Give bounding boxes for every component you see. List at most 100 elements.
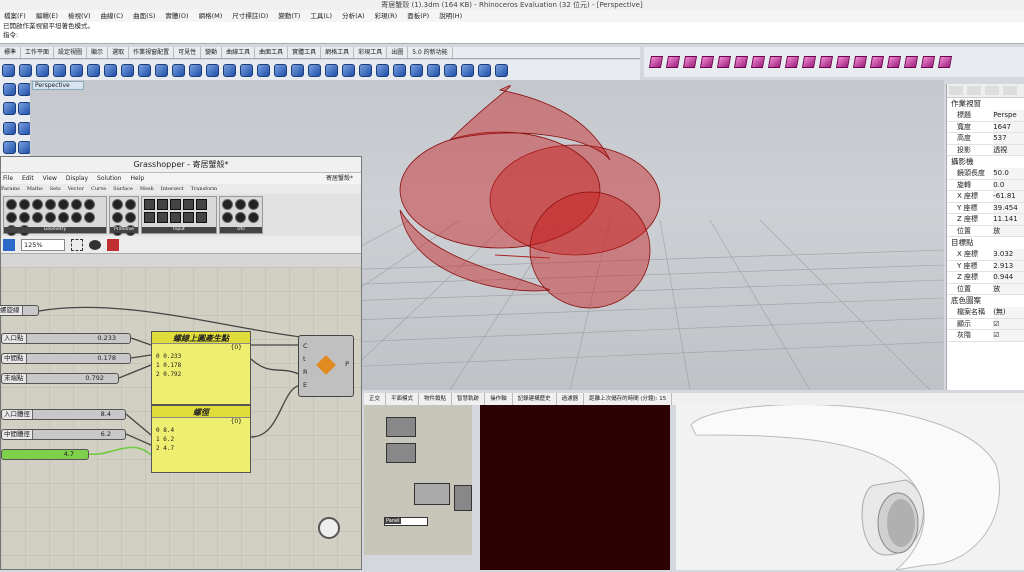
- gh-component-icon[interactable]: [32, 199, 43, 210]
- toolbar-tab[interactable]: 可見性: [174, 47, 202, 58]
- toolbar-tab[interactable]: 實體工具: [288, 47, 322, 58]
- solid-tool-icon[interactable]: [750, 56, 766, 68]
- property-value[interactable]: 透視: [993, 144, 1024, 156]
- property-value[interactable]: ☑: [993, 318, 1024, 330]
- solid-tool-icon[interactable]: [937, 56, 953, 68]
- gh-tab[interactable]: Sets: [50, 184, 61, 194]
- menu-item[interactable]: 工具(L): [310, 10, 332, 22]
- toolbar-tool-icon[interactable]: [308, 63, 321, 77]
- toolbar-tool-icon[interactable]: [240, 63, 253, 77]
- menu-item[interactable]: 曲線(C): [101, 10, 124, 22]
- gh-component-icon[interactable]: [58, 212, 69, 223]
- property-value[interactable]: (無): [993, 307, 1024, 319]
- gh-component-icon[interactable]: [112, 212, 123, 223]
- solid-tool-icon[interactable]: [784, 56, 800, 68]
- gh-component-icon[interactable]: [170, 212, 181, 223]
- menu-item[interactable]: 曲面(S): [133, 10, 155, 22]
- toolbar-tool-icon[interactable]: [376, 63, 389, 77]
- gh-menu-item[interactable]: File: [3, 173, 13, 184]
- toolbar-tool-icon[interactable]: [172, 63, 185, 77]
- toolbar-tool-icon[interactable]: [461, 63, 474, 77]
- grasshopper-canvas[interactable]: 螺旋線 入口點 0.233 中間點 0.178 末端點 0.792 入口體徑 8.4 中…: [0, 267, 361, 569]
- solid-tool-icon[interactable]: [733, 56, 749, 68]
- gh-component-icon[interactable]: [19, 212, 30, 223]
- gh-component-icon[interactable]: [112, 199, 123, 210]
- property-value[interactable]: 1647: [993, 121, 1024, 133]
- toolbar-tab[interactable]: 彩現工具: [354, 47, 388, 58]
- solid-tool-icon[interactable]: [920, 56, 936, 68]
- toolbar-tab[interactable]: 設定視圖: [54, 47, 88, 58]
- menu-item[interactable]: 網格(M): [199, 10, 223, 22]
- menu-item[interactable]: 彩現(R): [375, 10, 398, 22]
- property-value[interactable]: 放: [993, 283, 1024, 295]
- menu-item[interactable]: 檔案(F): [4, 10, 26, 22]
- display-tab-icon[interactable]: [985, 86, 999, 95]
- menu-item[interactable]: 檢視(V): [68, 10, 91, 22]
- toolbar-tab[interactable]: 5.0 的新功能: [408, 47, 453, 58]
- solid-tool-icon[interactable]: [699, 56, 715, 68]
- properties-tabs[interactable]: [947, 84, 1024, 98]
- toolbar-tool-icon[interactable]: [70, 63, 83, 77]
- menu-item[interactable]: 說明(H): [439, 10, 462, 22]
- toolbar-tool-icon[interactable]: [274, 63, 287, 77]
- gh-component-icon[interactable]: [248, 212, 259, 223]
- gh-menu-item[interactable]: Help: [131, 173, 145, 184]
- gh-component-icon[interactable]: [19, 199, 30, 210]
- gh-component-icon[interactable]: [6, 212, 17, 223]
- menu-item[interactable]: 面板(P): [407, 10, 429, 22]
- gh-component-icon[interactable]: [157, 199, 168, 210]
- toolbar-tool-icon[interactable]: [291, 63, 304, 77]
- solid-tool-icon[interactable]: [716, 56, 732, 68]
- solid-tool-icon[interactable]: [648, 56, 664, 68]
- toolbar-tool-icon[interactable]: [121, 63, 134, 77]
- gh-component-icon[interactable]: [125, 212, 136, 223]
- status-toggle[interactable]: 操作軸: [485, 393, 513, 405]
- status-toggle[interactable]: 記錄建構歷史: [513, 393, 557, 405]
- toolbar-tool-icon[interactable]: [427, 63, 440, 77]
- gh-tab[interactable]: Surface: [113, 184, 133, 194]
- solid-tool-icon[interactable]: [869, 56, 885, 68]
- property-value[interactable]: -61.81: [993, 191, 1024, 203]
- gh-component-icon[interactable]: [196, 199, 207, 210]
- toolbar-tool-icon[interactable]: [495, 63, 508, 77]
- status-toggle[interactable]: 距離上次儲存的時間 (分鐘): 15: [584, 393, 673, 405]
- gh-component-icon[interactable]: [71, 199, 82, 210]
- solid-tool-icon[interactable]: [801, 56, 817, 68]
- gh-component-icon[interactable]: [84, 212, 95, 223]
- gh-tab[interactable]: Vector: [68, 184, 84, 194]
- slider-end-point[interactable]: 末端點 0.792: [1, 373, 119, 384]
- gh-component-icon[interactable]: [235, 212, 246, 223]
- toolbar-tool-icon[interactable]: [138, 63, 151, 77]
- toolbar-tab[interactable]: 工作平面: [21, 47, 55, 58]
- gh-component-icon[interactable]: [196, 212, 207, 223]
- zoom-select[interactable]: 125%: [21, 238, 65, 251]
- slider-end-radius[interactable]: 4.7: [1, 449, 89, 460]
- menu-item[interactable]: 分析(A): [342, 10, 365, 22]
- gh-tab[interactable]: Intersect: [161, 184, 184, 194]
- gh-component-icon[interactable]: [84, 199, 95, 210]
- toolbar-tool-icon[interactable]: [257, 63, 270, 77]
- status-toggle[interactable]: 正交: [364, 393, 387, 405]
- preview-eye-icon[interactable]: [89, 239, 101, 250]
- status-toggle[interactable]: 過濾器: [557, 393, 585, 405]
- toolbar-tool-icon[interactable]: [2, 63, 15, 77]
- toolbar-tab[interactable]: 選取: [108, 47, 130, 58]
- toolbar-tool-icon[interactable]: [155, 63, 168, 77]
- property-value[interactable]: Perspe: [993, 110, 1024, 122]
- radial-menu-icon[interactable]: [318, 517, 340, 539]
- toolbar-tool-icon[interactable]: [478, 63, 491, 77]
- property-value[interactable]: 39.454: [993, 202, 1024, 214]
- toolbar-tool-icon[interactable]: [444, 63, 457, 77]
- toolbar-tool-icon[interactable]: [53, 63, 66, 77]
- zoom-extents-icon[interactable]: [71, 238, 83, 251]
- property-value[interactable]: 0.0: [993, 179, 1024, 191]
- status-toggle[interactable]: 智慧軌跡: [452, 393, 486, 405]
- gh-component-icon[interactable]: [45, 212, 56, 223]
- gh-tab[interactable]: Transform: [191, 184, 217, 194]
- menu-item[interactable]: 編輯(E): [36, 10, 58, 22]
- gh-menu-item[interactable]: Edit: [22, 173, 34, 184]
- solid-tool-icon[interactable]: [767, 56, 783, 68]
- property-value[interactable]: 2.913: [993, 260, 1024, 272]
- slider-middle-radius[interactable]: 中間體徑 6.2: [1, 429, 126, 440]
- gh-component-icon[interactable]: [6, 199, 17, 210]
